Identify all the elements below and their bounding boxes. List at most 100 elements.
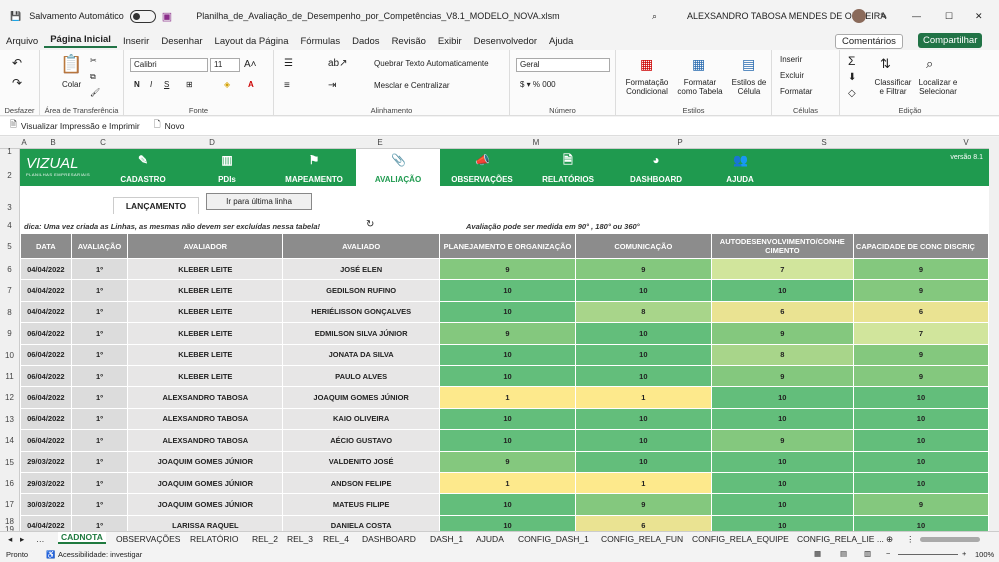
zoom-slider[interactable] <box>898 554 958 555</box>
header-planejamento[interactable]: PLANEJAMENTO E ORGANIZAÇÃO <box>438 233 577 259</box>
font-color-icon[interactable]: A <box>248 80 254 89</box>
vertical-scrollbar[interactable] <box>989 137 999 531</box>
accessibility-status[interactable]: Acessibilidade: investigar <box>58 550 142 559</box>
zoom-in-icon[interactable]: + <box>962 549 966 558</box>
header-avaliado[interactable]: AVALIADO <box>282 233 440 259</box>
cell-avaliador[interactable]: ALEXSANDRO TABOSA <box>127 407 284 431</box>
cell-date[interactable]: 06/04/2022 <box>20 364 72 388</box>
cell-comunicacao[interactable]: 10 <box>575 343 712 366</box>
col-c[interactable]: C <box>78 138 128 147</box>
sheet-tab[interactable]: REL_2 <box>252 534 278 544</box>
menu-pagina-inicial[interactable]: Página Inicial <box>44 34 117 48</box>
cell-avaliacao[interactable]: 1º <box>70 450 129 473</box>
menu-formulas[interactable]: Fórmulas <box>295 36 347 47</box>
row-header[interactable]: 5 <box>0 234 20 259</box>
zoom-level[interactable]: 100% <box>975 550 994 559</box>
cell-avaliado[interactable]: GEDILSON RUFINO <box>282 279 440 302</box>
cell-avaliacao[interactable]: 1º <box>70 343 129 366</box>
prev-sheet-icon[interactable]: ◂ <box>8 534 12 545</box>
cell-avaliado[interactable]: DANIELA COSTA <box>282 514 440 531</box>
row-header[interactable]: 7 <box>0 280 20 302</box>
cell-avaliado[interactable]: HERIÉLISSON GONÇALVES <box>282 300 440 324</box>
cell-avaliacao[interactable]: 1º <box>70 364 129 388</box>
normal-view-icon[interactable]: ▦ <box>814 549 821 558</box>
cell-planejamento[interactable]: 9 <box>438 257 577 281</box>
row-header[interactable]: 14 <box>0 430 20 452</box>
row-header[interactable]: 10 <box>0 345 20 366</box>
cell-avaliacao[interactable]: 1º <box>70 279 129 302</box>
cell-autodesenvolvimento[interactable]: 9 <box>710 429 854 452</box>
cell-comunicacao[interactable]: 8 <box>575 300 712 324</box>
grow-font-icon[interactable]: A˄ <box>244 59 257 70</box>
row-header[interactable]: 9 <box>0 323 20 345</box>
col-p[interactable]: P <box>608 138 752 147</box>
table-row[interactable]: 30/03/2022 1º JOAQUIM GOMES JÚNIOR MATEUS F… <box>20 493 989 516</box>
cell-comunicacao[interactable]: 10 <box>575 407 712 431</box>
format-table-button[interactable]: Formatar como Tabela <box>674 78 726 96</box>
fill-color-icon[interactable]: ◈ <box>224 80 230 89</box>
nav-dashboard[interactable]: ◕ DASHBOARD <box>620 149 692 186</box>
sheet-tab[interactable]: DASHBOARD <box>362 534 416 544</box>
sort-filter-button[interactable]: Classificar e Filtrar <box>872 78 914 96</box>
menu-exibir[interactable]: Exibir <box>432 36 468 47</box>
sheet-tab[interactable]: CONFIG_RELA_EQUIPE <box>692 534 789 544</box>
find-icon[interactable]: ⌕ <box>926 56 933 72</box>
floppy-icon[interactable]: ▣ <box>162 10 172 23</box>
cell-capacidade[interactable]: 7 <box>852 322 989 345</box>
cell-date[interactable]: 29/03/2022 <box>20 450 72 473</box>
share-button[interactable]: Compartilhar <box>918 33 983 48</box>
align-top-icon[interactable]: ☰ <box>284 58 293 69</box>
table-row[interactable]: 06/04/2022 1º ALEXSANDRO TABOSA JOAQUIM GOM… <box>20 386 989 409</box>
cell-avaliacao[interactable]: 1º <box>70 514 129 531</box>
underline-icon[interactable]: S <box>164 80 169 89</box>
orientation-icon[interactable]: ab↗ <box>328 58 348 69</box>
cell-comunicacao[interactable]: 1 <box>575 386 712 409</box>
insert-button[interactable]: Inserir <box>780 55 802 64</box>
cell-avaliado[interactable]: JOAQUIM GOMES JÚNIOR <box>282 386 440 409</box>
save-icon[interactable]: 💾 <box>10 11 21 22</box>
cell-capacidade[interactable]: 6 <box>852 300 989 324</box>
row-header[interactable]: 13 <box>0 409 20 430</box>
cell-autodesenvolvimento[interactable]: 10 <box>710 407 854 431</box>
row-header[interactable]: 3 <box>0 197 20 218</box>
header-capacidade[interactable]: CAPACIDADE DE CONC DISCRIÇ <box>852 233 989 259</box>
menu-dados[interactable]: Dados <box>346 36 385 47</box>
row-header[interactable]: 4 <box>0 218 20 234</box>
cell-avaliador[interactable]: KLEBER LEITE <box>127 364 284 388</box>
nav-relatorios[interactable]: 🗎 RELATÓRIOS <box>532 149 604 186</box>
cell-capacidade[interactable]: 9 <box>852 493 989 516</box>
cell-date[interactable]: 06/04/2022 <box>20 386 72 409</box>
number-format-select[interactable]: Geral <box>516 58 610 72</box>
nav-ajuda[interactable]: 👥 AJUDA <box>708 149 772 186</box>
row-header[interactable]: 16 <box>0 473 20 494</box>
row-header[interactable]: 6 <box>0 259 20 280</box>
zoom-out-icon[interactable]: − <box>886 549 890 558</box>
cell-autodesenvolvimento[interactable]: 10 <box>710 493 854 516</box>
menu-layout[interactable]: Layout da Página <box>209 36 295 47</box>
cell-capacidade[interactable]: 9 <box>852 343 989 366</box>
bold-icon[interactable]: N <box>134 80 140 89</box>
cell-avaliado[interactable]: JONATA DA SILVA <box>282 343 440 366</box>
cell-avaliacao[interactable]: 1º <box>70 407 129 431</box>
cell-capacidade[interactable]: 10 <box>852 514 989 531</box>
table-row[interactable]: 29/03/2022 1º JOAQUIM GOMES JÚNIOR VALDENIT… <box>20 450 989 473</box>
merge-center-button[interactable]: Mesclar e Centralizar <box>374 81 450 90</box>
cell-avaliador[interactable]: JOAQUIM GOMES JÚNIOR <box>127 450 284 473</box>
cell-autodesenvolvimento[interactable]: 7 <box>710 257 854 281</box>
cell-planejamento[interactable]: 10 <box>438 300 577 324</box>
cell-planejamento[interactable]: 10 <box>438 429 577 452</box>
fill-icon[interactable]: ⬇ <box>848 72 856 83</box>
paste-button[interactable]: Colar <box>62 80 81 89</box>
cell-avaliador[interactable]: KLEBER LEITE <box>127 322 284 345</box>
menu-desenhar[interactable]: Desenhar <box>155 36 208 47</box>
sheet-tab[interactable]: DASH_1 <box>430 534 463 544</box>
row-header[interactable]: 15 <box>0 452 20 473</box>
table-row[interactable]: 04/04/2022 1º KLEBER LEITE JOSÉ ELEN 9 9 7 9 <box>20 257 989 281</box>
sheet-tab[interactable]: OBSERVAÇÕES <box>116 534 180 544</box>
row-header[interactable]: 2 <box>0 155 20 197</box>
table-row[interactable]: 06/04/2022 1º KLEBER LEITE JONATA DA SILVA 1… <box>20 343 989 366</box>
cell-comunicacao[interactable]: 6 <box>575 514 712 531</box>
cell-date[interactable]: 06/04/2022 <box>20 407 72 431</box>
conditional-format-button[interactable]: Formatação Condicional <box>622 78 672 96</box>
cell-capacidade[interactable]: 10 <box>852 429 989 452</box>
